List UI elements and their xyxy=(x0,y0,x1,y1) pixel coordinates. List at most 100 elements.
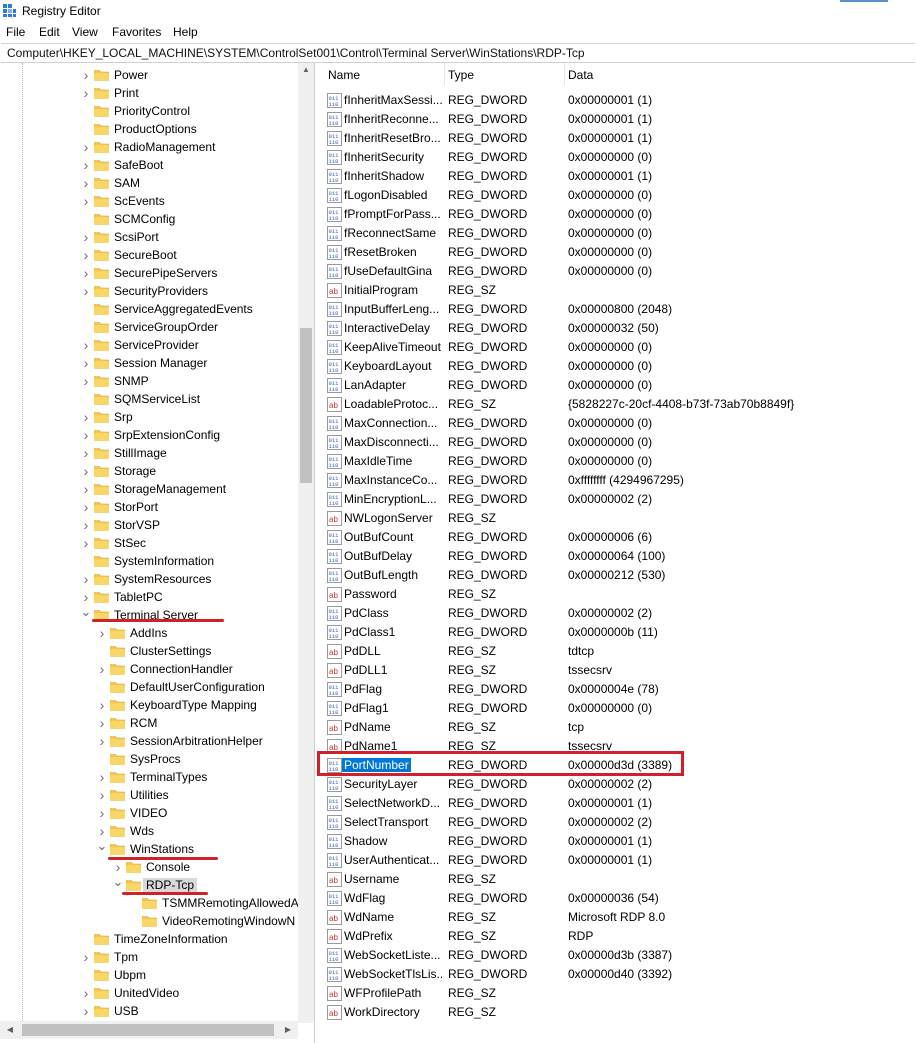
chevron-right-icon[interactable]: › xyxy=(80,948,92,966)
column-header-data[interactable]: Data xyxy=(568,68,593,82)
value-row[interactable]: 011 110 WebSocketListe... REG_DWORD 0x00000d… xyxy=(318,946,916,965)
menu-file[interactable]: File xyxy=(6,25,25,39)
chevron-right-icon[interactable]: › xyxy=(80,138,92,156)
menu-view[interactable]: View xyxy=(72,25,98,39)
chevron-right-icon[interactable]: › xyxy=(80,408,92,426)
chevron-right-icon[interactable]: › xyxy=(80,282,92,300)
value-row[interactable]: ab PdDLL1 REG_SZ tssecsrv xyxy=(318,661,916,680)
value-row[interactable]: 011 110 fInheritSecurity REG_DWORD 0x0000000… xyxy=(318,148,916,167)
tree-horizontal-scroll-thumb[interactable] xyxy=(22,1024,274,1036)
chevron-right-icon[interactable]: › xyxy=(96,786,108,804)
value-row[interactable]: 011 110 InputBufferLeng... REG_DWORD 0x00000… xyxy=(318,300,916,319)
column-header-name[interactable]: Name xyxy=(328,68,360,82)
value-row[interactable]: 011 110 OutBufLength REG_DWORD 0x00000212 (5… xyxy=(318,566,916,585)
value-row[interactable]: 011 110 MaxInstanceCo... REG_DWORD 0xfffffff… xyxy=(318,471,916,490)
chevron-right-icon[interactable]: › xyxy=(80,984,92,1002)
value-row[interactable]: 011 110 PdClass1 REG_DWORD 0x0000000b (11) xyxy=(318,623,916,642)
menu-favorites[interactable]: Favorites xyxy=(112,25,161,39)
value-row[interactable]: 011 110 fLogonDisabled REG_DWORD 0x00000000 … xyxy=(318,186,916,205)
chevron-right-icon[interactable]: › xyxy=(80,570,92,588)
chevron-right-icon[interactable]: › xyxy=(80,66,92,84)
value-row[interactable]: 011 110 SelectTransport REG_DWORD 0x00000002… xyxy=(318,813,916,832)
chevron-down-icon[interactable]: ⌄ xyxy=(80,605,92,624)
value-row[interactable]: 011 110 OutBufCount REG_DWORD 0x00000006 (6) xyxy=(318,528,916,547)
tree-pane[interactable]: › Power › Print PriorityControl ProductOption… xyxy=(0,63,315,1043)
value-row[interactable]: 011 110 WebSocketTlsLis... REG_DWORD 0x00000… xyxy=(318,965,916,984)
chevron-right-icon[interactable]: › xyxy=(96,768,108,786)
chevron-right-icon[interactable]: › xyxy=(96,804,108,822)
value-row[interactable]: ab NWLogonServer REG_SZ xyxy=(318,509,916,528)
value-row[interactable]: 011 110 fInheritMaxSessi... REG_DWORD 0x0000… xyxy=(318,91,916,110)
menu-help[interactable]: Help xyxy=(173,25,198,39)
value-row[interactable]: 011 110 WdFlag REG_DWORD 0x00000036 (54) xyxy=(318,889,916,908)
value-row[interactable]: 011 110 SelectNetworkD... REG_DWORD 0x000000… xyxy=(318,794,916,813)
value-row[interactable]: ab Username REG_SZ xyxy=(318,870,916,889)
value-row[interactable]: 011 110 fReconnectSame REG_DWORD 0x00000000 … xyxy=(318,224,916,243)
chevron-right-icon[interactable]: › xyxy=(80,534,92,552)
chevron-right-icon[interactable]: › xyxy=(80,192,92,210)
value-row[interactable]: 011 110 PdFlag REG_DWORD 0x0000004e (78) xyxy=(318,680,916,699)
chevron-down-icon[interactable]: ⌄ xyxy=(96,839,108,858)
tree-vertical-scroll-thumb[interactable] xyxy=(300,328,312,483)
value-row[interactable]: ab PdName REG_SZ tcp xyxy=(318,718,916,737)
chevron-right-icon[interactable]: › xyxy=(96,696,108,714)
chevron-right-icon[interactable]: › xyxy=(80,354,92,372)
chevron-right-icon[interactable]: › xyxy=(96,714,108,732)
value-row[interactable]: 011 110 UserAuthenticat... REG_DWORD 0x00000… xyxy=(318,851,916,870)
tree-vertical-scrollbar[interactable]: ▲ xyxy=(298,63,314,1023)
value-row[interactable]: ab InitialProgram REG_SZ xyxy=(318,281,916,300)
menu-edit[interactable]: Edit xyxy=(39,25,60,39)
value-row[interactable]: 011 110 PdFlag1 REG_DWORD 0x00000000 (0) xyxy=(318,699,916,718)
value-row[interactable]: 011 110 MaxConnection... REG_DWORD 0x0000000… xyxy=(318,414,916,433)
value-row[interactable]: ab PdDLL REG_SZ tdtcp xyxy=(318,642,916,661)
value-row[interactable]: 011 110 fInheritResetBro... REG_DWORD 0x0000… xyxy=(318,129,916,148)
value-row[interactable]: ab WFProfilePath REG_SZ xyxy=(318,984,916,1003)
scroll-left-arrow-icon[interactable]: ◀ xyxy=(3,1021,17,1039)
value-row[interactable]: ab WdName REG_SZ Microsoft RDP 8.0 xyxy=(318,908,916,927)
value-row[interactable]: ab WorkDirectory REG_SZ xyxy=(318,1003,916,1022)
value-row[interactable]: 011 110 fUseDefaultGina REG_DWORD 0x00000000… xyxy=(318,262,916,281)
column-header-type[interactable]: Type xyxy=(448,68,474,82)
chevron-right-icon[interactable]: › xyxy=(96,660,108,678)
chevron-right-icon[interactable]: › xyxy=(80,1002,92,1020)
chevron-right-icon[interactable]: › xyxy=(80,444,92,462)
value-row[interactable]: ab Password REG_SZ xyxy=(318,585,916,604)
chevron-right-icon[interactable]: › xyxy=(96,732,108,750)
address-bar[interactable]: Computer\HKEY_LOCAL_MACHINE\SYSTEM\Contr… xyxy=(1,43,915,63)
value-row[interactable]: 011 110 OutBufDelay REG_DWORD 0x00000064 (10… xyxy=(318,547,916,566)
value-row[interactable]: 011 110 SecurityLayer REG_DWORD 0x00000002 (… xyxy=(318,775,916,794)
chevron-right-icon[interactable]: › xyxy=(80,156,92,174)
value-row[interactable]: 011 110 MinEncryptionL... REG_DWORD 0x000000… xyxy=(318,490,916,509)
chevron-right-icon[interactable]: › xyxy=(80,228,92,246)
chevron-right-icon[interactable]: › xyxy=(80,84,92,102)
chevron-right-icon[interactable]: › xyxy=(80,174,92,192)
value-row[interactable]: 011 110 KeepAliveTimeout REG_DWORD 0x0000000… xyxy=(318,338,916,357)
chevron-right-icon[interactable]: › xyxy=(80,498,92,516)
chevron-right-icon[interactable]: › xyxy=(80,336,92,354)
values-pane[interactable]: Name Type Data 011 110 fInheritMaxSessi...… xyxy=(318,63,916,1043)
scroll-up-arrow-icon[interactable]: ▲ xyxy=(298,63,314,77)
value-row[interactable]: 011 110 fPromptForPass... REG_DWORD 0x000000… xyxy=(318,205,916,224)
chevron-right-icon[interactable]: › xyxy=(96,624,108,642)
chevron-right-icon[interactable]: › xyxy=(80,516,92,534)
value-row[interactable]: ab WdPrefix REG_SZ RDP xyxy=(318,927,916,946)
chevron-right-icon[interactable]: › xyxy=(80,372,92,390)
value-row[interactable]: 011 110 MaxDisconnecti... REG_DWORD 0x000000… xyxy=(318,433,916,452)
value-row[interactable]: 011 110 fInheritShadow REG_DWORD 0x00000001 … xyxy=(318,167,916,186)
tree-horizontal-scrollbar[interactable]: ◀ ▶ xyxy=(0,1021,298,1039)
scroll-right-arrow-icon[interactable]: ▶ xyxy=(281,1021,295,1039)
value-row[interactable]: 011 110 PdClass REG_DWORD 0x00000002 (2) xyxy=(318,604,916,623)
column-separator[interactable] xyxy=(564,63,565,85)
value-row[interactable]: 011 110 InteractiveDelay REG_DWORD 0x0000003… xyxy=(318,319,916,338)
chevron-right-icon[interactable]: › xyxy=(80,264,92,282)
value-row[interactable]: 011 110 KeyboardLayout REG_DWORD 0x00000000 … xyxy=(318,357,916,376)
value-row[interactable]: 011 110 MaxIdleTime REG_DWORD 0x00000000 (0) xyxy=(318,452,916,471)
value-row[interactable]: 011 110 LanAdapter REG_DWORD 0x00000000 (0) xyxy=(318,376,916,395)
value-row[interactable]: 011 110 Shadow REG_DWORD 0x00000001 (1) xyxy=(318,832,916,851)
chevron-right-icon[interactable]: › xyxy=(80,246,92,264)
chevron-right-icon[interactable]: › xyxy=(80,480,92,498)
value-row[interactable]: 011 110 fResetBroken REG_DWORD 0x00000000 (0… xyxy=(318,243,916,262)
window-control-strip[interactable] xyxy=(840,0,888,2)
chevron-right-icon[interactable]: › xyxy=(80,426,92,444)
value-row[interactable]: ab LoadableProtoc... REG_SZ {5828227c-20cf-… xyxy=(318,395,916,414)
